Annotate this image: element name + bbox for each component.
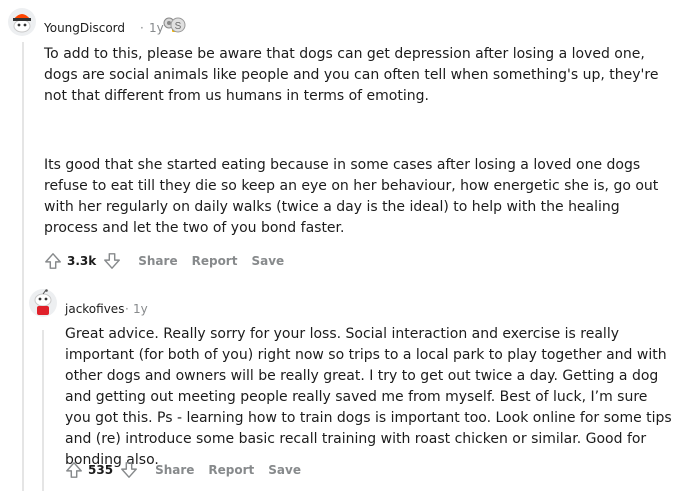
meta-separator: ·	[125, 302, 129, 316]
comment-paragraph: To add to this, please be aware that dog…	[44, 46, 659, 104]
upvote-icon[interactable]	[41, 249, 65, 273]
username[interactable]: YoungDiscord	[44, 21, 125, 35]
reply-thread-line[interactable]	[42, 330, 44, 491]
avatar[interactable]	[8, 8, 36, 36]
comment-paragraph: Great advice. Really sorry for your loss…	[65, 326, 672, 468]
silver-coin-award-icon[interactable]: S	[170, 17, 186, 37]
avatar[interactable]	[29, 289, 57, 317]
username[interactable]: jackofives	[65, 302, 124, 316]
comment-actions: 3.3k Share Report Save	[41, 249, 284, 273]
vote-count: 535	[88, 463, 114, 477]
vote-count: 3.3k	[67, 254, 97, 268]
report-button[interactable]: Report	[208, 463, 254, 477]
report-button[interactable]: Report	[192, 254, 238, 268]
comment-age[interactable]: 1y	[149, 21, 164, 35]
comment-age[interactable]: 1y	[133, 302, 148, 316]
svg-text:S: S	[175, 21, 182, 32]
meta-separator: ·	[140, 21, 144, 35]
share-button[interactable]: Share	[138, 254, 177, 268]
upvote-icon[interactable]	[62, 458, 86, 482]
comment-actions: 535 Share Report Save	[62, 458, 301, 482]
downvote-icon[interactable]	[117, 458, 141, 482]
save-button[interactable]: Save	[268, 463, 301, 477]
downvote-icon[interactable]	[100, 249, 124, 273]
share-button[interactable]: Share	[155, 463, 194, 477]
thread-line[interactable]	[22, 42, 24, 491]
comment-paragraph: Its good that she started eating because…	[44, 157, 659, 236]
save-button[interactable]: Save	[251, 254, 284, 268]
